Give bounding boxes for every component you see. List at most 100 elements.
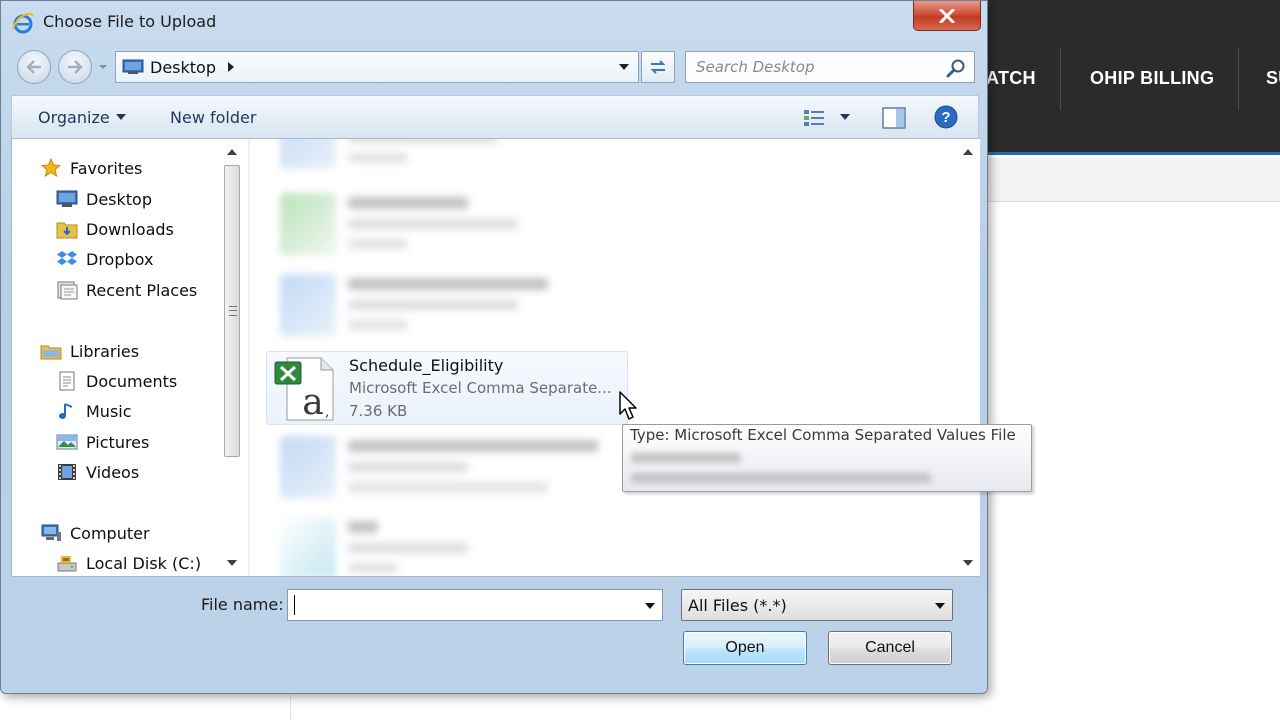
scroll-grip-icon (229, 306, 237, 316)
downloads-folder-icon (56, 219, 78, 239)
refresh-button[interactable] (641, 51, 675, 83)
nav-item-su[interactable]: SU (1266, 68, 1280, 89)
mouse-pointer-icon (619, 391, 637, 420)
back-button[interactable] (17, 50, 51, 84)
dialog-title: Choose File to Upload (43, 12, 217, 31)
tooltip-type-text: Type: Microsoft Excel Comma Separated Va… (630, 426, 1016, 444)
scroll-up-arrow[interactable] (227, 149, 237, 155)
chevron-down-icon[interactable] (116, 114, 126, 120)
nav-group-libraries[interactable]: Libraries (40, 338, 139, 364)
nav-group-label: Favorites (70, 158, 143, 178)
file-info-tooltip: Type: Microsoft Excel Comma Separated Va… (622, 424, 1032, 492)
scroll-up-arrow[interactable] (963, 149, 973, 155)
search-box[interactable] (685, 51, 975, 83)
search-icon[interactable] (946, 58, 966, 78)
forward-button[interactable] (58, 50, 92, 84)
nav-group-label: Computer (70, 523, 150, 543)
pane-splitter[interactable] (248, 139, 250, 576)
nav-item-batch[interactable]: ATCH (986, 68, 1036, 89)
nav-item-documents[interactable]: Documents (56, 368, 177, 394)
chevron-right-icon[interactable] (226, 61, 236, 73)
recent-places-icon (56, 280, 78, 300)
nav-item-pictures[interactable]: Pictures (56, 429, 149, 455)
file-upload-dialog: Choose File to Upload Desktop Search Des… (0, 0, 988, 694)
nav-group-computer[interactable]: Computer (40, 520, 150, 546)
file-type-selected: All Files (*.*) (688, 596, 787, 615)
help-icon[interactable]: ? (934, 105, 958, 129)
nav-item-desktop[interactable]: Desktop (56, 186, 152, 212)
address-bar[interactable]: Desktop (115, 51, 639, 83)
file-list[interactable]: a , Schedule_Eligibility Microsoft Excel… (252, 139, 952, 576)
excel-csv-file-icon: a , (274, 357, 334, 422)
desktop-icon (122, 59, 144, 74)
file-name-input[interactable] (292, 594, 628, 616)
file-list-scrollbar[interactable] (956, 139, 980, 576)
pictures-icon (56, 432, 78, 452)
file-item-obscured[interactable] (272, 139, 732, 175)
nav-item-label: Videos (86, 462, 140, 482)
close-button[interactable] (913, 1, 981, 31)
nav-separator (1238, 48, 1239, 110)
nav-item-videos[interactable]: Videos (56, 459, 139, 485)
nav-item-label: Documents (86, 371, 178, 391)
nav-item-label: Downloads (86, 219, 174, 239)
svg-text:,: , (325, 404, 329, 420)
chevron-down-icon[interactable] (618, 62, 630, 72)
preview-pane-icon[interactable] (882, 107, 906, 129)
refresh-icon (650, 60, 666, 74)
arrow-right-icon (68, 60, 83, 74)
file-name-combobox[interactable] (287, 589, 663, 621)
nav-pane-scrollbar[interactable] (218, 139, 246, 576)
nav-item-downloads[interactable]: Downloads (56, 216, 174, 242)
nav-item-label: Local Disk (C:) (86, 553, 202, 573)
nav-group-favorites[interactable]: Favorites (40, 155, 142, 181)
scroll-thumb[interactable] (224, 165, 240, 457)
hard-drive-icon (56, 553, 78, 573)
address-location[interactable]: Desktop (150, 58, 216, 77)
tooltip-obscured-line (631, 473, 931, 483)
dialog-titlebar[interactable]: Choose File to Upload (1, 1, 987, 43)
nav-item-recent-places[interactable]: Recent Places (56, 277, 197, 303)
organize-button[interactable]: Organize (38, 108, 110, 127)
chevron-down-icon[interactable] (840, 114, 850, 120)
open-button[interactable]: Open (683, 631, 807, 665)
nav-separator (1060, 48, 1061, 110)
scroll-down-arrow[interactable] (963, 560, 973, 566)
file-name-text: Schedule_Eligibility (349, 356, 504, 375)
file-item-obscured[interactable] (272, 513, 732, 576)
scroll-down-arrow[interactable] (227, 560, 237, 566)
browser-content: Favorites Desktop Downloads Dropbox Rece… (11, 139, 980, 577)
navigation-pane: Favorites Desktop Downloads Dropbox Rece… (12, 139, 252, 576)
documents-icon (56, 371, 78, 391)
file-type-text: Microsoft Excel Comma Separate... (349, 379, 612, 397)
music-icon (56, 401, 78, 421)
view-options-icon[interactable] (802, 108, 826, 128)
cancel-button[interactable]: Cancel (828, 631, 952, 665)
internet-explorer-icon (12, 12, 34, 34)
search-input[interactable] (696, 57, 946, 77)
dropbox-icon (56, 249, 78, 269)
chevron-down-icon[interactable] (934, 602, 946, 610)
nav-item-dropbox[interactable]: Dropbox (56, 246, 153, 272)
nav-item-music[interactable]: Music (56, 398, 132, 424)
videos-icon (56, 462, 78, 482)
star-icon (40, 158, 62, 178)
desktop-icon (56, 189, 78, 209)
nav-item-label: Desktop (86, 189, 152, 209)
svg-text:?: ? (941, 109, 950, 126)
new-folder-button[interactable]: New folder (170, 108, 256, 127)
text-caret (294, 595, 295, 615)
file-item-selected[interactable]: a , Schedule_Eligibility Microsoft Excel… (266, 351, 628, 425)
close-icon (939, 8, 955, 23)
file-name-label: File name: (201, 595, 284, 614)
file-item-obscured[interactable] (272, 270, 732, 342)
nav-item-local-disk[interactable]: Local Disk (C:) (56, 550, 201, 576)
nav-item-ohip-billing[interactable]: OHIP BILLING (1090, 68, 1214, 89)
nav-item-label: Recent Places (86, 280, 198, 300)
computer-icon (40, 523, 62, 543)
arrow-left-icon (26, 60, 41, 74)
recent-pages-dropdown-icon[interactable] (97, 61, 109, 73)
chevron-down-icon[interactable] (644, 602, 656, 610)
file-type-select[interactable]: All Files (*.*) (681, 589, 953, 621)
file-item-obscured[interactable] (272, 189, 732, 261)
